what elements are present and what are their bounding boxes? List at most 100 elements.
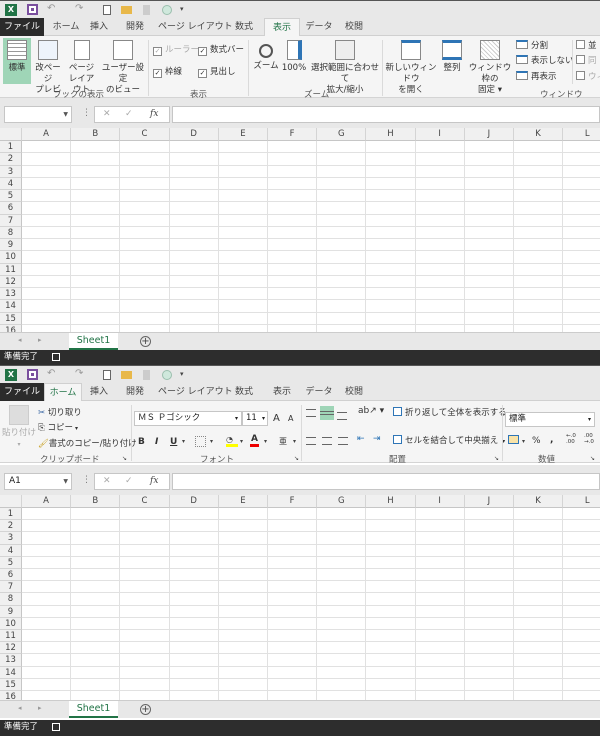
cell-f4[interactable] xyxy=(268,544,318,557)
cell-e8[interactable] xyxy=(218,226,268,239)
column-header-e[interactable]: E xyxy=(218,495,268,508)
cell-g11[interactable] xyxy=(317,263,367,276)
cell-e10[interactable] xyxy=(218,617,268,630)
cell-f2[interactable] xyxy=(268,520,318,533)
formula-input[interactable] xyxy=(172,106,600,123)
normal-view-button[interactable]: 標準 xyxy=(3,38,31,84)
cell-i3[interactable] xyxy=(415,165,465,178)
cell-c7[interactable] xyxy=(120,214,170,227)
cell-g14[interactable] xyxy=(317,666,367,679)
cell-k9[interactable] xyxy=(514,605,564,618)
cell-f8[interactable] xyxy=(268,593,318,606)
cell-k11[interactable] xyxy=(514,263,564,276)
cell-a1[interactable] xyxy=(22,141,72,154)
cell-f10[interactable] xyxy=(268,617,318,630)
cell-g1[interactable] xyxy=(317,141,367,154)
column-header-b[interactable]: B xyxy=(71,128,121,141)
cell-d5[interactable] xyxy=(169,556,219,569)
row-header-6[interactable]: 6 xyxy=(0,569,22,582)
column-header-a[interactable]: A xyxy=(22,495,72,508)
cell-a4[interactable] xyxy=(22,544,72,557)
increase-decimal-button[interactable]: ←.0 .00 xyxy=(566,433,576,445)
cell-d13[interactable] xyxy=(169,654,219,667)
format-painter-button[interactable]: 🖌書式のコピー/貼り付け xyxy=(38,438,137,450)
cell-j1[interactable] xyxy=(464,141,514,154)
cell-b3[interactable] xyxy=(71,532,121,545)
cell-a14[interactable] xyxy=(22,300,72,313)
cell-d3[interactable] xyxy=(169,532,219,545)
cell-d15[interactable] xyxy=(169,678,219,691)
enter-icon[interactable]: ✓ xyxy=(125,107,133,122)
cell-g15[interactable] xyxy=(317,312,367,325)
cell-b2[interactable] xyxy=(71,520,121,533)
redo-icon[interactable]: ↷ xyxy=(75,3,83,14)
cell-g8[interactable] xyxy=(317,593,367,606)
cell-j5[interactable] xyxy=(464,556,514,569)
number-format-select[interactable]: 標準 ▾ xyxy=(505,412,595,427)
cell-f8[interactable] xyxy=(268,226,318,239)
cell-f1[interactable] xyxy=(268,508,318,521)
cell-j14[interactable] xyxy=(464,666,514,679)
cell-k7[interactable] xyxy=(514,214,564,227)
cell-c4[interactable] xyxy=(120,177,170,190)
cell-c3[interactable] xyxy=(120,532,170,545)
cell-h8[interactable] xyxy=(366,226,416,239)
italic-button[interactable]: I xyxy=(155,437,158,447)
page-break-preview-button[interactable]: 改ページ プレビュー xyxy=(32,38,64,106)
cell-j12[interactable] xyxy=(464,275,514,288)
cell-b14[interactable] xyxy=(71,666,121,679)
cell-d8[interactable] xyxy=(169,593,219,606)
save-icon[interactable] xyxy=(27,369,38,380)
new-file-icon[interactable] xyxy=(103,5,111,15)
cell-e7[interactable] xyxy=(218,581,268,594)
cell-e3[interactable] xyxy=(218,532,268,545)
cell-b7[interactable] xyxy=(71,581,121,594)
dialog-launcher-icon[interactable]: ↘ xyxy=(294,455,299,462)
dialog-launcher-icon[interactable]: ↘ xyxy=(494,455,499,462)
new-file-icon[interactable] xyxy=(103,370,111,380)
chevron-down-icon[interactable]: ▾ xyxy=(264,438,267,445)
cell-a11[interactable] xyxy=(22,263,72,276)
cell-e11[interactable] xyxy=(218,263,268,276)
unhide-window-button[interactable]: 再表示 xyxy=(516,71,557,83)
column-header-g[interactable]: G xyxy=(317,495,367,508)
cell-e1[interactable] xyxy=(218,141,268,154)
macro-record-icon[interactable] xyxy=(52,353,60,361)
cell-d9[interactable] xyxy=(169,605,219,618)
cell-j11[interactable] xyxy=(464,263,514,276)
cell-j15[interactable] xyxy=(464,678,514,691)
cell-g12[interactable] xyxy=(317,275,367,288)
clipboard-icon[interactable] xyxy=(143,5,150,15)
cell-k2[interactable] xyxy=(514,153,564,166)
align-bottom-button[interactable] xyxy=(337,412,347,420)
cell-h7[interactable] xyxy=(366,581,416,594)
cell-a9[interactable] xyxy=(22,239,72,252)
cell-i4[interactable] xyxy=(415,177,465,190)
cell-b9[interactable] xyxy=(71,605,121,618)
orientation-button[interactable]: ab↗ ▾ xyxy=(358,406,384,416)
cell-h13[interactable] xyxy=(366,288,416,301)
cell-e12[interactable] xyxy=(218,275,268,288)
column-header-l[interactable]: L xyxy=(563,495,600,508)
cell-g13[interactable] xyxy=(317,654,367,667)
tab-data[interactable]: データ xyxy=(304,18,334,36)
cell-i5[interactable] xyxy=(415,556,465,569)
column-header-f[interactable]: F xyxy=(268,495,318,508)
cell-i13[interactable] xyxy=(415,654,465,667)
cell-g5[interactable] xyxy=(317,190,367,203)
redo-icon[interactable]: ↷ xyxy=(75,368,83,379)
row-header-10[interactable]: 10 xyxy=(0,251,22,264)
column-header-g[interactable]: G xyxy=(317,128,367,141)
cell-h15[interactable] xyxy=(366,312,416,325)
new-window-button[interactable]: 新しいウィンドウ を開く xyxy=(384,38,438,95)
cell-e14[interactable] xyxy=(218,300,268,313)
cell-h11[interactable] xyxy=(366,263,416,276)
cell-k2[interactable] xyxy=(514,520,564,533)
cell-g4[interactable] xyxy=(317,177,367,190)
cell-f15[interactable] xyxy=(268,678,318,691)
cell-h9[interactable] xyxy=(366,605,416,618)
cell-g6[interactable] xyxy=(317,202,367,215)
cell-i2[interactable] xyxy=(415,520,465,533)
cell-i12[interactable] xyxy=(415,642,465,655)
row-header-11[interactable]: 11 xyxy=(0,263,22,276)
